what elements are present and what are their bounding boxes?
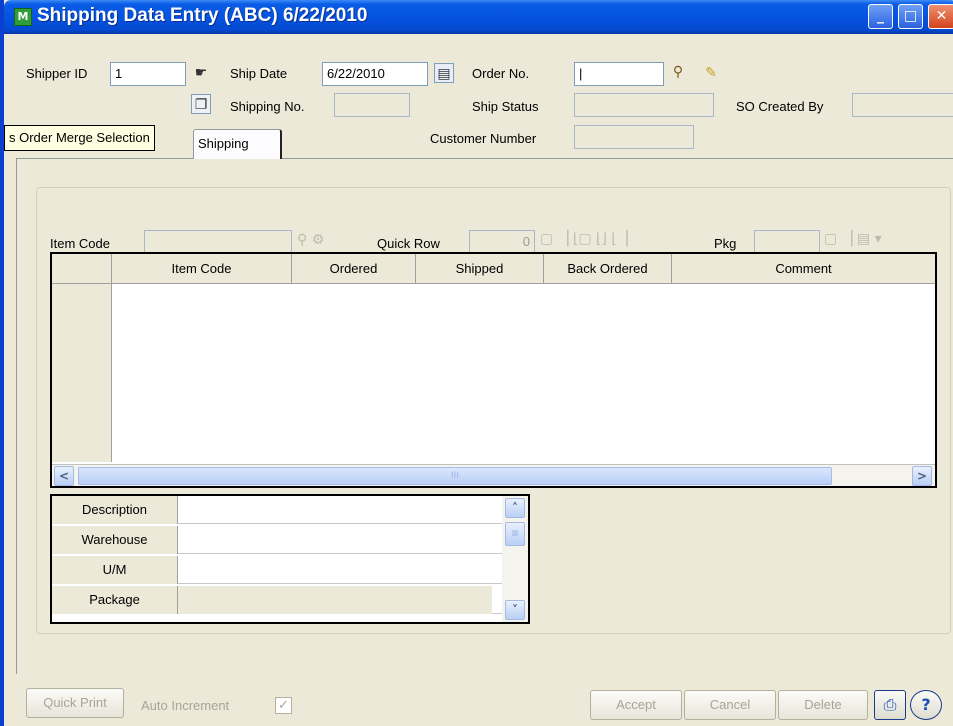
customer-number-label: Customer Number <box>430 131 537 146</box>
scroll-down-icon[interactable]: ˅ <box>505 600 525 620</box>
shipper-id-field[interactable]: 1 <box>110 62 186 86</box>
cancel-button[interactable]: Cancel <box>684 690 776 720</box>
warehouse-value[interactable] <box>178 526 492 554</box>
delete-button[interactable]: Delete <box>778 690 868 720</box>
row-header-column <box>52 284 112 462</box>
accept-button[interactable]: Accept <box>590 690 682 720</box>
grid-header: Item Code Ordered Shipped Back Ordered C… <box>52 254 935 284</box>
minimize-button[interactable]: _ <box>868 4 893 29</box>
shipping-window: M Shipping Data Entry (ABC) 6/22/2010 _ … <box>0 0 953 726</box>
ship-status-field <box>574 93 714 117</box>
lines-grid[interactable]: Item Code Ordered Shipped Back Ordered C… <box>50 252 937 488</box>
order-no-field[interactable]: | <box>574 62 664 86</box>
detail-panel: Description Warehouse U/M Package ˄ ≡ ˅ <box>50 494 530 624</box>
shipper-id-label: Shipper ID <box>26 66 88 81</box>
col-shipped[interactable]: Shipped <box>416 254 544 284</box>
col-item-code[interactable]: Item Code <box>112 254 292 284</box>
hand-lookup-icon[interactable]: ☛ <box>191 63 211 83</box>
calendar-icon[interactable]: ▤ <box>434 63 454 83</box>
search-icon[interactable]: ⚲ <box>668 62 688 82</box>
scroll-right-icon[interactable]: > <box>912 466 932 486</box>
detail-row: Warehouse <box>52 526 528 554</box>
shipping-no-field <box>334 93 410 117</box>
printer-icon[interactable]: ⎙ <box>874 690 906 720</box>
quick-print-button[interactable]: Quick Print <box>26 688 124 718</box>
item-code-entry-label-text: Item Code <box>50 236 110 251</box>
horizontal-scrollbar[interactable]: < III > <box>52 464 935 486</box>
scroll-up-icon[interactable]: ˄ <box>505 498 525 518</box>
order-no-label: Order No. <box>472 66 530 81</box>
pkg-label: Pkg <box>714 236 737 251</box>
scroll-thumb[interactable]: III <box>78 467 832 485</box>
ship-date-field[interactable]: 6/22/2010 <box>322 62 428 86</box>
tooltip: s Order Merge Selection <box>4 125 155 151</box>
auto-increment-checkbox[interactable]: ✓ <box>275 697 292 714</box>
item-code-entry-label: Item Code <box>50 236 110 251</box>
title-bar: M Shipping Data Entry (ABC) 6/22/2010 _ … <box>4 0 953 34</box>
so-created-by-field <box>852 93 953 117</box>
col-ordered[interactable]: Ordered <box>292 254 416 284</box>
maximize-button[interactable]: □ <box>898 4 923 29</box>
order-merge-icon[interactable]: ✎ <box>701 63 721 83</box>
pkg-tools-icon[interactable]: ▢ ▕ ▤ ▾ <box>824 231 882 247</box>
window-title: Shipping Data Entry (ABC) 6/22/2010 <box>37 5 368 26</box>
help-icon[interactable]: ? <box>910 690 942 720</box>
shipping-no-label: Shipping No. <box>230 99 305 114</box>
pkg-field[interactable] <box>754 230 820 254</box>
description-label: Description <box>52 496 178 524</box>
row-tools-icon[interactable]: ▢ ▕ ⌊▢ ⌊⌋ ⌊▕ <box>540 231 628 247</box>
tab-shipping[interactable]: Shipping <box>193 129 282 159</box>
warehouse-label: Warehouse <box>52 526 178 554</box>
um-label: U/M <box>52 556 178 584</box>
ship-status-label: Ship Status <box>472 99 539 114</box>
package-label: Package <box>52 586 178 614</box>
ship-date-label: Ship Date <box>230 66 288 81</box>
detail-row: Description <box>52 496 528 524</box>
copy-shipment-icon[interactable]: ❐ <box>191 94 211 114</box>
quick-row-label: Quick Row <box>377 236 440 251</box>
item-lookup-icon[interactable]: ⚲ ⚙ <box>297 232 324 248</box>
detail-row: Package <box>52 586 528 614</box>
col-comment[interactable]: Comment <box>672 254 935 284</box>
grid-corner <box>52 254 112 284</box>
package-value <box>178 586 492 614</box>
description-value <box>178 496 492 524</box>
col-back-ordered[interactable]: Back Ordered <box>544 254 672 284</box>
um-value[interactable] <box>178 556 492 584</box>
so-created-by-label: SO Created By <box>736 99 824 114</box>
auto-increment-label: Auto Increment <box>141 698 230 713</box>
detail-row: U/M <box>52 556 528 584</box>
scroll-left-icon[interactable]: < <box>54 466 74 486</box>
detail-vertical-scrollbar[interactable]: ˄ ≡ ˅ <box>502 496 528 622</box>
close-button[interactable]: ✕ <box>928 4 953 29</box>
scroll-thumb-vertical[interactable]: ≡ <box>505 522 525 546</box>
customer-number-field <box>574 125 694 149</box>
item-code-entry-field[interactable] <box>144 230 292 254</box>
app-icon: M <box>14 8 32 26</box>
quick-row-field[interactable]: 0 <box>469 230 535 254</box>
